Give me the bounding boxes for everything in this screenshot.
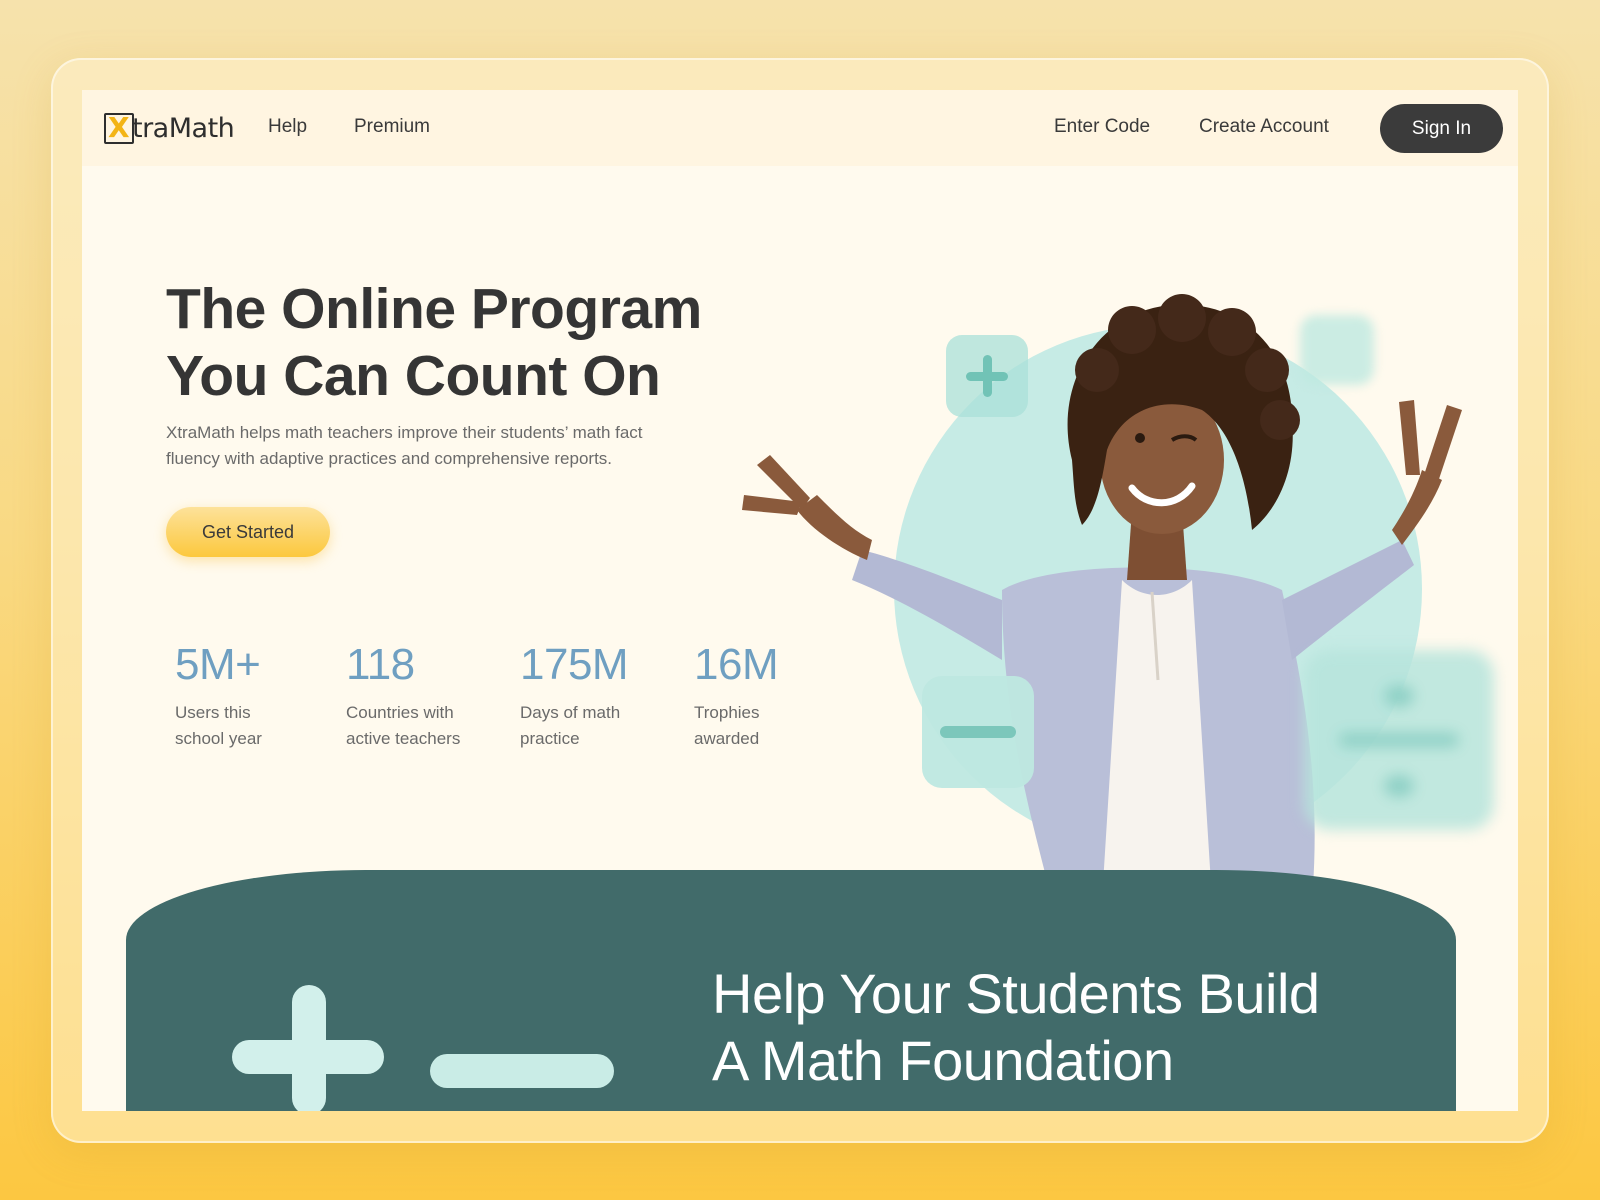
hero-title-line: The Online Program [166, 277, 702, 341]
hero-title-line: You Can Count On [166, 344, 661, 408]
logo-mark: X [104, 110, 134, 144]
hero-subtitle: XtraMath helps math teachers improve the… [166, 420, 726, 472]
section-title-line: A Math Foundation [712, 1029, 1174, 1092]
stat-countries: 118 Countries with active teachers [346, 640, 496, 752]
minus-icon [922, 676, 1034, 788]
nav-help-link[interactable]: Help [268, 116, 307, 138]
logo[interactable]: X traMath [104, 110, 235, 146]
top-nav: X traMath Help Premium Enter Code Create… [82, 90, 1518, 166]
sign-in-button[interactable]: Sign In [1380, 104, 1503, 153]
stat-label: Users this school year [175, 700, 325, 752]
stat-days: 175M Days of math practice [520, 640, 670, 752]
logo-text: traMath [132, 112, 235, 144]
stat-label: Days of math practice [520, 700, 670, 752]
stat-label-line: active teachers [346, 729, 461, 748]
section-title: Help Your Students Build A Math Foundati… [712, 960, 1392, 1094]
nav-create-account-link[interactable]: Create Account [1199, 116, 1329, 138]
section-title-line: Help Your Students Build [712, 962, 1320, 1025]
stat-label-line: practice [520, 729, 580, 748]
stat-label-line: school year [175, 729, 262, 748]
stat-label: Countries with active teachers [346, 700, 496, 752]
nav-premium-link[interactable]: Premium [354, 116, 430, 138]
hero-subtitle-line: fluency with adaptive practices and comp… [166, 449, 613, 468]
stat-value: 175M [520, 640, 629, 689]
stat-label-line: Users this [175, 703, 251, 722]
hero-subtitle-line: XtraMath helps math teachers improve the… [166, 423, 643, 442]
nav-enter-code-link[interactable]: Enter Code [1054, 116, 1150, 138]
minus-icon [430, 1054, 614, 1088]
get-started-button[interactable]: Get Started [166, 507, 330, 557]
hero-title: The Online Program You Can Count On [166, 276, 766, 410]
divide-icon [1304, 650, 1494, 830]
stat-users: 5M+ Users this school year [175, 640, 325, 752]
stat-value: 5M+ [175, 640, 261, 689]
stat-value: 118 [346, 640, 415, 689]
logo-x: X [108, 110, 130, 144]
plus-icon-stem [292, 985, 326, 1111]
page: X traMath Help Premium Enter Code Create… [82, 90, 1518, 1111]
stat-label-line: Countries with [346, 703, 454, 722]
stat-label-line: Days of math [520, 703, 621, 722]
